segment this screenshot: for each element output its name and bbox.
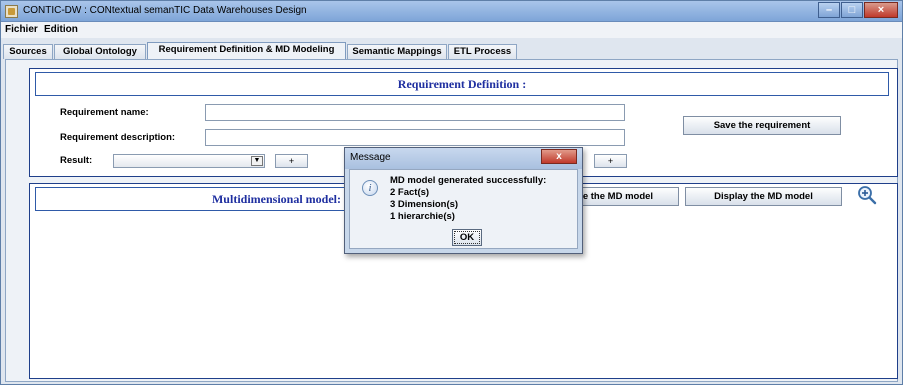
message-dialog: Message x i MD model generated successfu… (344, 147, 583, 254)
window-title: CONTIC-DW : CONtextual semanTIC Data War… (23, 5, 307, 16)
dialog-title: Message (350, 152, 391, 163)
save-requirement-button[interactable]: Save the requirement (683, 116, 841, 135)
chevron-down-icon[interactable]: ▼ (251, 156, 263, 166)
dialog-close-button[interactable]: x (541, 149, 577, 164)
menu-bar: Fichier Edition (1, 22, 902, 38)
tab-etl-process[interactable]: ETL Process (448, 44, 517, 59)
display-md-model-button[interactable]: Display the MD model (685, 187, 842, 206)
close-button[interactable]: × (864, 2, 898, 18)
tab-requirement-definition[interactable]: Requirement Definition & MD Modeling (147, 42, 346, 59)
result-label: Result: (60, 155, 93, 166)
dialog-message-line: 2 Fact(s) (390, 187, 430, 198)
add-result-button[interactable]: + (275, 154, 308, 168)
ok-button[interactable]: OK (452, 229, 482, 246)
requirement-panel-header: Requirement Definition : (35, 72, 889, 96)
menu-edition[interactable]: Edition (44, 24, 78, 35)
tab-semantic-mappings[interactable]: Semantic Mappings (347, 44, 447, 59)
dialog-body: i MD model generated successfully: 2 Fac… (349, 169, 578, 249)
window-controls: – □ × (817, 2, 898, 19)
requirement-description-label: Requirement description: (60, 132, 176, 143)
requirement-name-label: Requirement name: (60, 107, 149, 118)
add-right-button[interactable]: + (594, 154, 627, 168)
result-select[interactable]: ▼ (113, 154, 265, 168)
tab-bar: Sources Global Ontology Requirement Defi… (1, 38, 902, 59)
app-window: CONTIC-DW : CONtextual semanTIC Data War… (0, 0, 903, 385)
dialog-message-line: 1 hierarchie(s) (390, 211, 455, 222)
dialog-title-bar[interactable]: Message x (345, 148, 582, 169)
requirement-name-input[interactable] (205, 104, 625, 121)
app-icon (5, 5, 18, 18)
zoom-in-icon[interactable] (857, 185, 877, 205)
dialog-message-line: MD model generated successfully: (390, 175, 547, 186)
info-icon: i (362, 180, 378, 196)
tab-sources[interactable]: Sources (3, 44, 53, 59)
requirement-description-input[interactable] (205, 129, 625, 146)
tab-global-ontology[interactable]: Global Ontology (54, 44, 146, 59)
minimize-button[interactable]: – (818, 2, 840, 18)
title-bar[interactable]: CONTIC-DW : CONtextual semanTIC Data War… (1, 1, 902, 22)
maximize-button[interactable]: □ (841, 2, 863, 18)
dialog-message-line: 3 Dimension(s) (390, 199, 459, 210)
menu-fichier[interactable]: Fichier (5, 24, 38, 35)
